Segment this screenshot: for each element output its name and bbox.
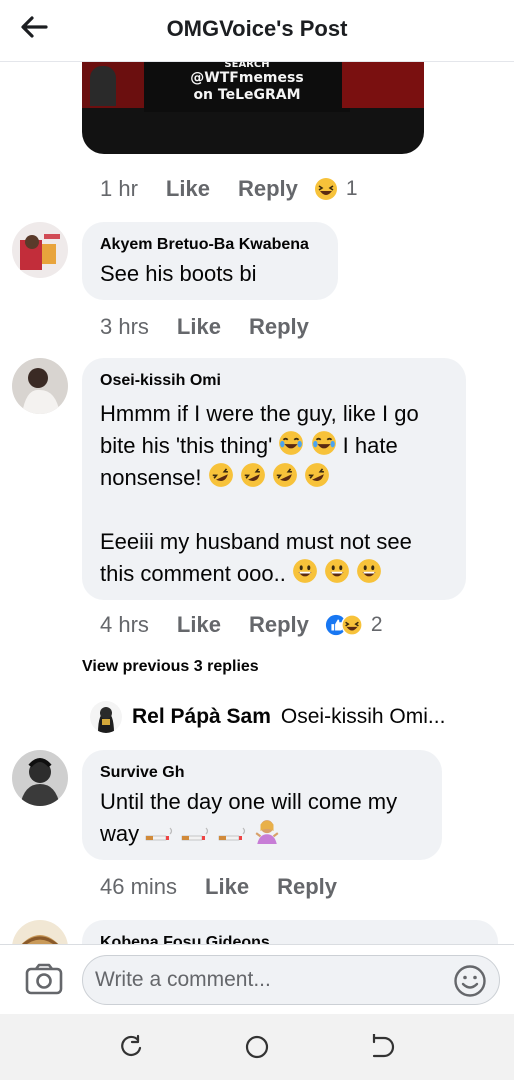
comment-line: bite his 'this thing' I hate	[100, 430, 450, 462]
page-title: OMGVoice's Post	[166, 16, 348, 41]
avatar-image	[12, 358, 68, 414]
comment-author[interactable]: Survive Gh	[100, 762, 426, 784]
avatar[interactable]	[12, 222, 68, 278]
comment-line: nonsense!	[100, 462, 450, 494]
comment-line: Hmmm if I were the guy, like I go	[100, 401, 419, 426]
post-reaction-count: 1	[345, 177, 358, 200]
avatar-image	[12, 222, 68, 278]
comment-input-placeholder: Write a comment...	[95, 968, 271, 991]
tears-of-joy-emoji-icon	[279, 431, 304, 455]
media-left-panel	[82, 62, 144, 108]
emoji-picker-icon[interactable]	[453, 964, 487, 998]
camera-icon[interactable]	[24, 962, 64, 996]
comment-reactions[interactable]: 2	[325, 613, 383, 637]
media-line-1: SEARCH	[224, 62, 270, 70]
comment-text: See his boots bi	[100, 261, 257, 286]
comment-author[interactable]: Akyem Bretuo-Ba Kwabena	[100, 234, 322, 256]
post-time: 1 hr	[100, 176, 138, 201]
comment-time: 46 mins	[100, 874, 178, 899]
media-right-panel	[342, 62, 424, 108]
post-like-button[interactable]: Like	[166, 176, 210, 202]
avatar	[90, 701, 122, 733]
comment-input[interactable]: Write a comment...	[82, 955, 500, 1005]
post-reply-button[interactable]: Reply	[238, 176, 298, 202]
comment-line: Eeeiii my husband must not see	[100, 529, 412, 554]
haha-reaction-icon	[314, 178, 337, 200]
comment-line-text: I hate	[342, 433, 398, 458]
post-action-row: 1 hr Like Reply 1	[100, 174, 358, 204]
home-icon[interactable]	[244, 1034, 270, 1060]
grinning-emoji-icon	[325, 559, 350, 583]
tears-of-joy-emoji-icon	[311, 431, 336, 455]
recent-apps-icon[interactable]	[118, 1034, 144, 1060]
comment-bubble[interactable]: Osei-kissih Omi Hmmm if I were the guy, …	[82, 358, 466, 600]
post-reactions[interactable]: 1	[314, 177, 358, 201]
media-caption: SEARCH @WTFmemess on TeLeGRAM	[144, 62, 350, 112]
media-line-2: @WTFmemess	[190, 70, 304, 86]
comment-text: Hmmm if I were the guy, like I go bite h…	[100, 398, 450, 590]
system-navigation-bar	[0, 1014, 514, 1080]
rolling-laughing-emoji-icon	[208, 463, 233, 487]
post-media-image[interactable]: SEARCH @WTFmemess on TeLeGRAM	[82, 62, 424, 154]
haha-reaction-icon	[341, 614, 363, 636]
comment-action-row: 3 hrs Like Reply	[100, 312, 309, 342]
grinning-emoji-icon	[357, 559, 382, 583]
comment-time: 3 hrs	[100, 314, 149, 339]
comment-reply-button[interactable]: Reply	[249, 612, 309, 638]
avatar-image	[12, 750, 68, 806]
comment-line-text: this comment ooo..	[100, 561, 286, 586]
rolling-laughing-emoji-icon	[272, 463, 297, 487]
comment-line-text: nonsense!	[100, 465, 202, 490]
comment-like-button[interactable]: Like	[205, 874, 249, 900]
comment-bubble[interactable]: Survive Gh Until the day one will come m…	[82, 750, 442, 860]
comment-like-button[interactable]: Like	[177, 314, 221, 340]
comment-action-row: 4 hrs Like Reply 2	[100, 610, 383, 640]
view-previous-replies-link[interactable]: View previous 3 replies	[82, 658, 259, 676]
back-nav-icon[interactable]	[370, 1034, 396, 1060]
comment-text: Until the day one will come my way	[100, 786, 426, 850]
comment-reply-button[interactable]: Reply	[249, 314, 309, 340]
cigarette-emoji-icon	[146, 827, 173, 841]
comment-author[interactable]: Osei-kissih Omi	[100, 370, 450, 392]
latest-reply-preview[interactable]: Rel Pápà Sam Osei-kissih Omi...	[90, 700, 445, 734]
media-line-3: on TeLeGRAM	[193, 87, 301, 103]
avatar[interactable]	[12, 358, 68, 414]
top-bar: OMGVoice's Post	[0, 0, 514, 62]
grinning-emoji-icon	[293, 559, 317, 583]
comment-line-text: way	[100, 821, 140, 846]
comment-composer: Write a comment...	[0, 944, 514, 1014]
comment-line-text: bite his 'this thing'	[100, 433, 273, 458]
cigarette-emoji-icon	[218, 827, 245, 841]
comment-reaction-count: 2	[370, 613, 383, 636]
rolling-laughing-emoji-icon	[240, 463, 265, 487]
reply-text: Osei-kissih Omi...	[280, 705, 446, 728]
comment-line: Until the day one will come my	[100, 789, 398, 814]
cigarette-emoji-icon	[182, 827, 209, 841]
comment-line: this comment ooo..	[100, 558, 450, 590]
comment-line: way	[100, 818, 426, 850]
comment-action-row: 46 mins Like Reply	[100, 872, 337, 902]
comment-bubble[interactable]: Akyem Bretuo-Ba Kwabena See his boots bi	[82, 222, 338, 300]
comment-reply-button[interactable]: Reply	[277, 874, 337, 900]
comment-time: 4 hrs	[100, 612, 149, 637]
reply-author[interactable]: Rel Pápà Sam	[132, 705, 271, 729]
avatar-image	[90, 701, 122, 733]
avatar[interactable]	[12, 750, 68, 806]
comment-like-button[interactable]: Like	[177, 612, 221, 638]
woman-shrugging-emoji-icon	[255, 820, 279, 844]
rolling-laughing-emoji-icon	[305, 463, 329, 487]
